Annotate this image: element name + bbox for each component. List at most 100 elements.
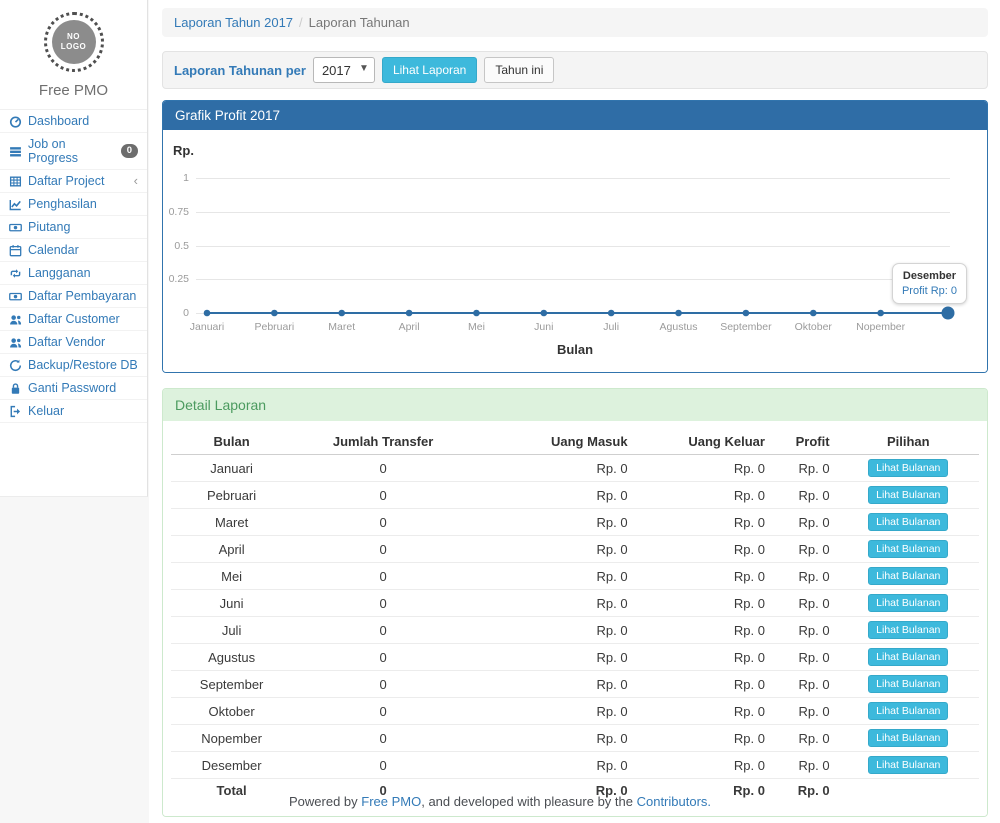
cell-uang-keluar: Rp. 0	[636, 644, 773, 671]
users-icon	[9, 336, 22, 349]
sidebar-item-penghasilan[interactable]: Penghasilan	[0, 193, 147, 216]
cell-uang-keluar: Rp. 0	[636, 563, 773, 590]
sidebar-item-label: Job on Progress	[28, 137, 115, 165]
year-select-wrap: 2017 ▼	[313, 57, 375, 83]
tasks-icon	[9, 145, 22, 158]
sidebar-item-label: Piutang	[28, 220, 70, 234]
sidebar-item-daftar-vendor[interactable]: Daftar Vendor	[0, 331, 147, 354]
breadcrumb-link-laporan-tahun[interactable]: Laporan Tahun 2017	[174, 15, 293, 30]
cell-bulan: September	[171, 671, 292, 698]
cell-jumlah-transfer: 0	[292, 644, 474, 671]
cell-jumlah-transfer: 0	[292, 671, 474, 698]
cell-profit: Rp. 0	[773, 455, 838, 482]
footer-link-contributors[interactable]: Contributors.	[637, 794, 711, 809]
col-header-profit: Profit	[773, 429, 838, 455]
table-row: Desember 0 Rp. 0 Rp. 0 Rp. 0 Lihat Bulan…	[171, 752, 979, 779]
lihat-bulanan-button[interactable]: Lihat Bulanan	[868, 702, 948, 720]
cell-uang-masuk: Rp. 0	[474, 590, 636, 617]
sidebar-item-label: Langganan	[28, 266, 91, 280]
sidebar-item-dashboard[interactable]: Dashboard	[0, 110, 147, 133]
cell-profit: Rp. 0	[773, 671, 838, 698]
breadcrumb-separator: /	[299, 15, 303, 30]
table-row: Juli 0 Rp. 0 Rp. 0 Rp. 0 Lihat Bulanan	[171, 617, 979, 644]
lihat-bulanan-button[interactable]: Lihat Bulanan	[868, 540, 948, 558]
profit-line-chart[interactable]: Rp. Desember Profit Rp: 0 Bulan 00.250.5…	[163, 130, 987, 372]
sidebar-nav: Dashboard Job on Progress 0 Daftar Project ‹…	[0, 109, 147, 423]
sidebar-item-label: Ganti Password	[28, 381, 116, 395]
sign-out-icon	[9, 405, 22, 418]
no-logo-gear-icon: NO LOGO	[44, 12, 104, 72]
lihat-laporan-button[interactable]: Lihat Laporan	[382, 57, 477, 83]
money-icon	[9, 221, 22, 234]
lihat-bulanan-button[interactable]: Lihat Bulanan	[868, 729, 948, 747]
sidebar-item-job-on-progress[interactable]: Job on Progress 0	[0, 133, 147, 170]
cell-profit: Rp. 0	[773, 482, 838, 509]
lihat-bulanan-button[interactable]: Lihat Bulanan	[868, 459, 948, 477]
table-row: Maret 0 Rp. 0 Rp. 0 Rp. 0 Lihat Bulanan	[171, 509, 979, 536]
sidebar-item-piutang[interactable]: Piutang	[0, 216, 147, 239]
sidebar-item-label: Daftar Vendor	[28, 335, 105, 349]
cell-jumlah-transfer: 0	[292, 509, 474, 536]
cell-jumlah-transfer: 0	[292, 617, 474, 644]
lihat-bulanan-button[interactable]: Lihat Bulanan	[868, 567, 948, 585]
refresh-icon	[9, 359, 22, 372]
col-header-uang-masuk: Uang Masuk	[474, 429, 636, 455]
cell-uang-masuk: Rp. 0	[474, 536, 636, 563]
main-content: Laporan Tahun 2017 / Laporan Tahunan Lapor…	[149, 0, 1000, 823]
sidebar-item-daftar-customer[interactable]: Daftar Customer	[0, 308, 147, 331]
lihat-bulanan-button[interactable]: Lihat Bulanan	[868, 621, 948, 639]
col-header-bulan: Bulan	[171, 429, 292, 455]
year-select[interactable]: 2017	[313, 57, 375, 83]
lihat-bulanan-button[interactable]: Lihat Bulanan	[868, 648, 948, 666]
lihat-bulanan-button[interactable]: Lihat Bulanan	[868, 513, 948, 531]
sidebar-item-langganan[interactable]: Langganan	[0, 262, 147, 285]
breadcrumb-current: Laporan Tahunan	[309, 15, 410, 30]
report-table-header-row: Bulan Jumlah Transfer Uang Masuk Uang Ke…	[171, 429, 979, 455]
chevron-left-icon: ‹	[134, 176, 138, 186]
calendar-icon	[9, 244, 22, 257]
lihat-bulanan-button[interactable]: Lihat Bulanan	[868, 756, 948, 774]
col-header-pilihan: Pilihan	[838, 429, 979, 455]
dashboard-icon	[9, 115, 22, 128]
cell-bulan: Juli	[171, 617, 292, 644]
sidebar-item-ganti-password[interactable]: Ganti Password	[0, 377, 147, 400]
footer-text-middle: , and developed with pleasure by the	[421, 794, 636, 809]
cell-uang-masuk: Rp. 0	[474, 482, 636, 509]
lihat-bulanan-button[interactable]: Lihat Bulanan	[868, 486, 948, 504]
sidebar-item-daftar-project[interactable]: Daftar Project ‹	[0, 170, 147, 193]
cell-bulan: Januari	[171, 455, 292, 482]
lihat-bulanan-button[interactable]: Lihat Bulanan	[868, 675, 948, 693]
users-icon	[9, 313, 22, 326]
table-row: Oktober 0 Rp. 0 Rp. 0 Rp. 0 Lihat Bulana…	[171, 698, 979, 725]
cell-profit: Rp. 0	[773, 644, 838, 671]
cell-bulan: April	[171, 536, 292, 563]
money-icon	[9, 290, 22, 303]
cell-uang-masuk: Rp. 0	[474, 617, 636, 644]
tooltip-month: Desember	[902, 270, 957, 282]
cell-uang-keluar: Rp. 0	[636, 752, 773, 779]
table-row: Pebruari 0 Rp. 0 Rp. 0 Rp. 0 Lihat Bulan…	[171, 482, 979, 509]
sidebar-item-label: Daftar Project	[28, 174, 104, 188]
cell-profit: Rp. 0	[773, 752, 838, 779]
cell-uang-keluar: Rp. 0	[636, 671, 773, 698]
lihat-bulanan-button[interactable]: Lihat Bulanan	[868, 594, 948, 612]
cell-jumlah-transfer: 0	[292, 482, 474, 509]
tahun-ini-button[interactable]: Tahun ini	[484, 57, 554, 83]
cell-uang-masuk: Rp. 0	[474, 671, 636, 698]
cell-bulan: Nopember	[171, 725, 292, 752]
breadcrumb: Laporan Tahun 2017 / Laporan Tahunan	[162, 8, 988, 37]
sidebar-item-calendar[interactable]: Calendar	[0, 239, 147, 262]
progress-count-badge: 0	[121, 144, 138, 158]
sidebar-item-label: Dashboard	[28, 114, 89, 128]
cell-profit: Rp. 0	[773, 509, 838, 536]
cell-uang-keluar: Rp. 0	[636, 509, 773, 536]
table-row: September 0 Rp. 0 Rp. 0 Rp. 0 Lihat Bula…	[171, 671, 979, 698]
table-row: Juni 0 Rp. 0 Rp. 0 Rp. 0 Lihat Bulanan	[171, 590, 979, 617]
footer-link-free-pmo[interactable]: Free PMO	[361, 794, 421, 809]
sidebar-item-daftar-pembayaran[interactable]: Daftar Pembayaran	[0, 285, 147, 308]
sidebar-item-backup-restore-db[interactable]: Backup/Restore DB	[0, 354, 147, 377]
sidebar-item-label: Daftar Customer	[28, 312, 120, 326]
report-table: Bulan Jumlah Transfer Uang Masuk Uang Ke…	[171, 429, 979, 802]
cell-profit: Rp. 0	[773, 617, 838, 644]
sidebar-item-keluar[interactable]: Keluar	[0, 400, 147, 423]
